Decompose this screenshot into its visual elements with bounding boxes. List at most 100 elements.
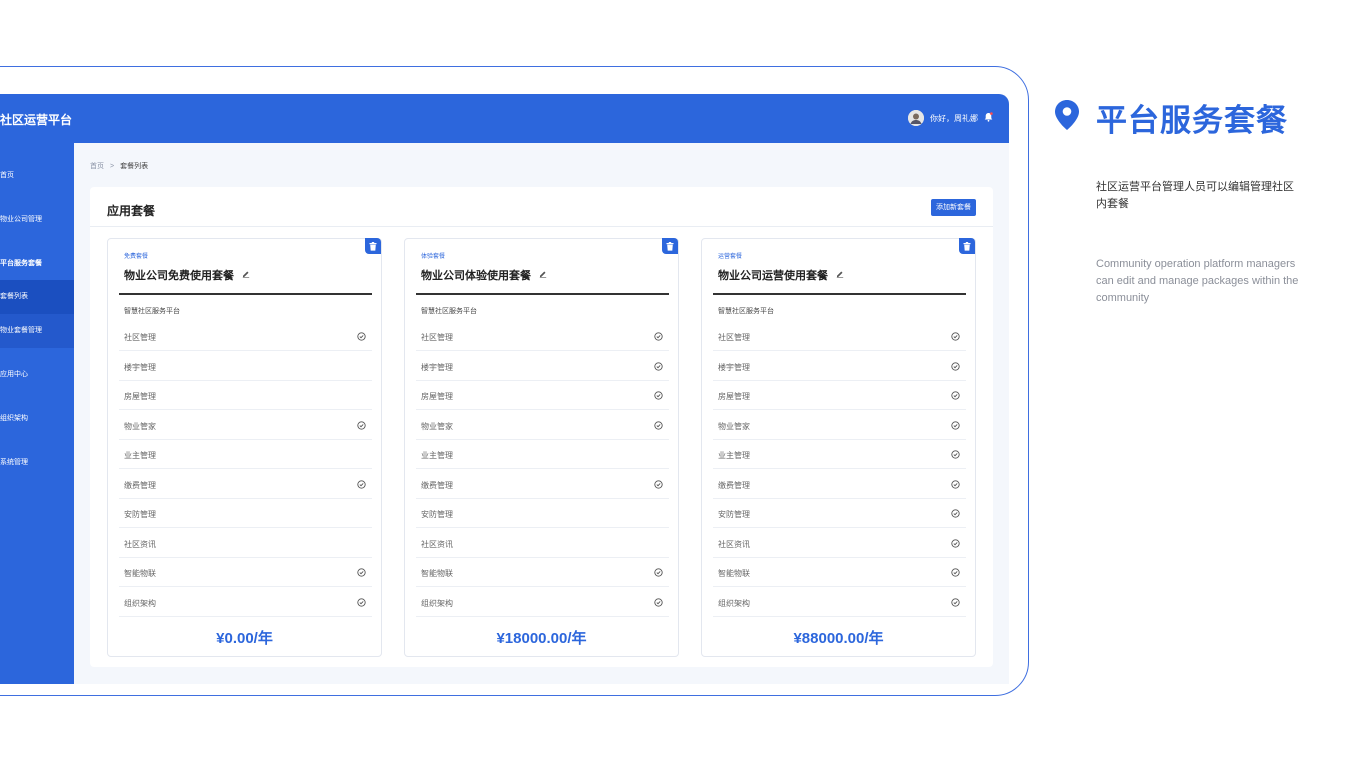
package-price: ¥0.00/年 (216, 630, 273, 647)
user-greeting[interactable]: 你好，周礼娜 (930, 113, 978, 124)
package-panel: 应用套餐 添加新套餐 免费套餐 物业公司免费使用套餐 智慧社区服务平台 社区管理 楼宇管… (90, 187, 993, 667)
feature-row: 楼宇管理 (713, 352, 966, 381)
feature-row: 房屋管理 (119, 381, 372, 410)
check-circle-icon (951, 362, 960, 371)
user-menu[interactable]: 你好，周礼娜 (908, 110, 993, 126)
feature-row: 社区资讯 (119, 529, 372, 558)
check-circle-icon (654, 480, 663, 489)
feature-label: 社区管理 (421, 333, 453, 342)
sidebar-item-property-packages[interactable]: 物业套餐管理 (0, 314, 74, 348)
app-brand: 社区运营平台 (0, 113, 73, 127)
feature-row: 社区资讯 (416, 529, 669, 558)
feature-row: 安防管理 (416, 499, 669, 528)
check-circle-icon (654, 568, 663, 577)
feature-row: 缴费管理 (713, 470, 966, 499)
feature-row: 社区资讯 (713, 529, 966, 558)
feature-label: 社区管理 (718, 333, 750, 342)
panel-title: 应用套餐 (107, 204, 156, 218)
pencil-icon[interactable] (539, 269, 547, 281)
package-name-text: 物业公司体验使用套餐 (421, 270, 531, 282)
package-name: 物业公司免费使用套餐 (124, 267, 250, 283)
feature-label: 业主管理 (718, 451, 750, 460)
sidebar: 首页 物业公司管理 平台服务套餐 套餐列表 物业套餐管理 应用中心 组织架构 系… (0, 143, 74, 684)
feature-label: 社区资讯 (124, 540, 156, 549)
feature-label: 组织架构 (124, 599, 156, 608)
feature-row: 社区管理 (119, 322, 372, 351)
sidebar-item-organization[interactable]: 组织架构 (0, 409, 74, 429)
package-card: 运营套餐物业公司运营使用套餐智慧社区服务平台 社区管理楼宇管理房屋管理物业管家业主… (701, 238, 976, 657)
name-underline (416, 293, 669, 295)
sidebar-item-package-list[interactable]: 套餐列表 (0, 280, 74, 314)
sidebar-item-platform-packages[interactable]: 平台服务套餐 (0, 254, 74, 274)
check-circle-icon (357, 421, 366, 430)
feature-label: 智能物联 (124, 569, 156, 578)
check-circle-icon (951, 391, 960, 400)
package-name: 物业公司体验使用套餐 (421, 267, 547, 283)
package-name-text: 物业公司运营使用套餐 (718, 270, 828, 282)
check-circle-icon (357, 568, 366, 577)
check-circle-icon (951, 568, 960, 577)
feature-label: 楼宇管理 (718, 363, 750, 372)
feature-label: 缴费管理 (124, 481, 156, 490)
breadcrumb-home[interactable]: 首页 (90, 161, 104, 171)
feature-row: 社区管理 (713, 322, 966, 351)
map-pin-icon (1054, 99, 1080, 136)
aside-title: 平台服务套餐 (1096, 103, 1288, 138)
name-underline (119, 293, 372, 295)
check-circle-icon (654, 421, 663, 430)
feature-row: 安防管理 (713, 499, 966, 528)
feature-row: 物业管家 (119, 411, 372, 440)
check-circle-icon (951, 509, 960, 518)
top-bar: 社区运营平台 你好，周礼娜 (0, 94, 1009, 143)
feature-label: 物业管家 (124, 422, 156, 431)
package-tag: 运营套餐 (718, 254, 743, 260)
check-circle-icon (951, 598, 960, 607)
feature-label: 业主管理 (421, 451, 453, 460)
feature-label: 缴费管理 (718, 481, 750, 490)
feature-label: 组织架构 (421, 599, 453, 608)
trash-icon[interactable] (959, 238, 975, 254)
feature-row: 组织架构 (416, 588, 669, 617)
feature-label: 房屋管理 (124, 392, 156, 401)
feature-row: 组织架构 (119, 588, 372, 617)
check-circle-icon (951, 539, 960, 548)
check-circle-icon (357, 332, 366, 341)
avatar[interactable] (908, 110, 924, 126)
breadcrumb: 首页 > 套餐列表 (90, 161, 148, 171)
check-circle-icon (357, 480, 366, 489)
feature-row: 业主管理 (119, 440, 372, 469)
check-circle-icon (951, 480, 960, 489)
feature-label: 物业管家 (718, 422, 750, 431)
feature-label: 物业管家 (421, 422, 453, 431)
trash-icon[interactable] (365, 238, 381, 254)
breadcrumb-current: 套餐列表 (120, 163, 149, 170)
feature-row: 业主管理 (713, 440, 966, 469)
feature-row: 物业管家 (416, 411, 669, 440)
package-name: 物业公司运营使用套餐 (718, 267, 844, 283)
bell-icon[interactable] (984, 112, 993, 124)
pencil-icon[interactable] (242, 269, 250, 281)
sidebar-item-app-center[interactable]: 应用中心 (0, 365, 74, 385)
add-package-button[interactable]: 添加新套餐 (931, 199, 976, 216)
package-price: ¥18000.00/年 (496, 630, 587, 647)
pencil-icon[interactable] (836, 269, 844, 281)
main-content: 首页 > 套餐列表 应用套餐 添加新套餐 免费套餐 物业公司免费使用套餐 智慧社区服… (74, 143, 1009, 684)
trash-icon[interactable] (662, 238, 678, 254)
package-tag: 体验套餐 (421, 254, 446, 260)
feature-row: 安防管理 (119, 499, 372, 528)
package-card: 免费套餐 物业公司免费使用套餐 智慧社区服务平台 社区管理 楼宇管理 房屋管理 物业管家 业主… (107, 238, 382, 657)
feature-label: 安防管理 (718, 510, 750, 519)
feature-row: 房屋管理 (713, 381, 966, 410)
feature-label: 业主管理 (124, 451, 156, 460)
sidebar-item-home[interactable]: 首页 (0, 166, 74, 186)
platform-name: 智慧社区服务平台 (124, 308, 180, 315)
package-name-text: 物业公司免费使用套餐 (124, 270, 234, 282)
feature-row: 业主管理 (416, 440, 669, 469)
sidebar-item-system[interactable]: 系统管理 (0, 453, 74, 473)
feature-row: 楼宇管理 (119, 352, 372, 381)
feature-label: 智能物联 (718, 569, 750, 578)
feature-label: 社区资讯 (718, 540, 750, 549)
sidebar-item-property-companies[interactable]: 物业公司管理 (0, 210, 74, 230)
platform-name: 智慧社区服务平台 (718, 308, 774, 315)
check-circle-icon (654, 391, 663, 400)
